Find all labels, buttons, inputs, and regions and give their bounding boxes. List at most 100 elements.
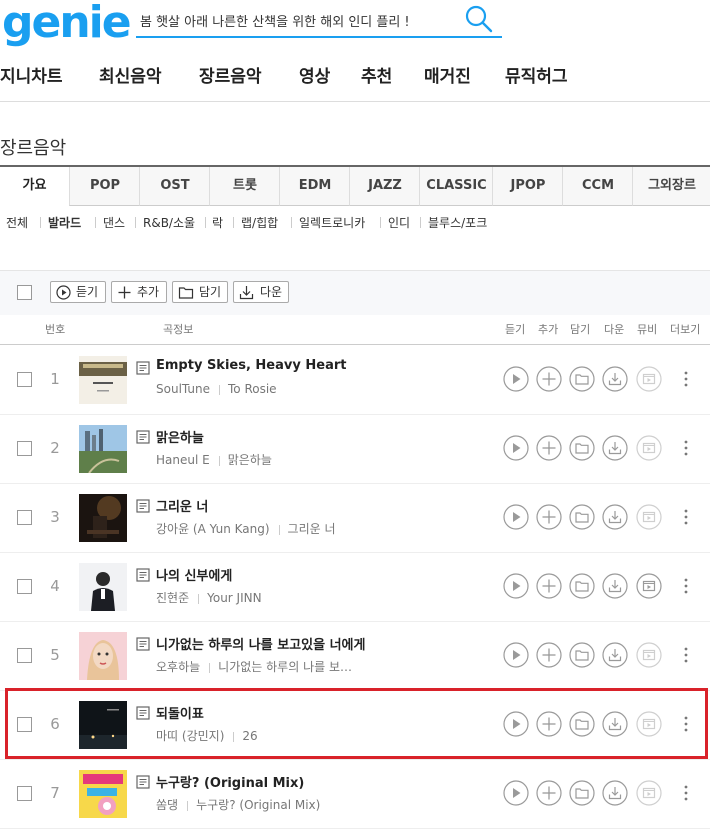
nav-video[interactable]: 영상 bbox=[299, 62, 330, 87]
artist-name[interactable]: 진현준 bbox=[156, 591, 189, 605]
nav-magazine[interactable]: 매거진 bbox=[424, 62, 471, 87]
subgenre-blues-folk[interactable]: 블루스/포크 bbox=[428, 214, 487, 231]
song-title[interactable]: 니가없는 하루의 나를 보고있을 너에게 bbox=[156, 634, 365, 653]
download-icon[interactable] bbox=[602, 366, 628, 392]
nav-recommend[interactable]: 추천 bbox=[361, 62, 392, 87]
more-options-icon[interactable] bbox=[684, 576, 688, 596]
music-video-icon[interactable] bbox=[636, 780, 662, 806]
subgenre-rnb[interactable]: R&B/소울 bbox=[143, 214, 195, 231]
album-name[interactable]: 맑은하늘 bbox=[228, 453, 272, 467]
add-icon[interactable] bbox=[536, 504, 562, 530]
add-icon[interactable] bbox=[536, 366, 562, 392]
song-title[interactable]: 그리운 너 bbox=[156, 496, 208, 515]
tab-jazz[interactable]: JAZZ bbox=[349, 167, 420, 206]
tab-jpop[interactable]: JPOP bbox=[492, 167, 563, 206]
more-options-icon[interactable] bbox=[684, 438, 688, 458]
subgenre-ballad[interactable]: 발라드 bbox=[48, 214, 81, 231]
search-input[interactable] bbox=[138, 8, 460, 32]
add-selected-button[interactable]: 추가 bbox=[111, 281, 167, 303]
genie-logo[interactable]: genie bbox=[2, 0, 132, 48]
tab-trot[interactable]: 트롯 bbox=[209, 167, 280, 206]
tab-kpop[interactable]: 가요 bbox=[0, 167, 69, 206]
more-options-icon[interactable] bbox=[684, 507, 688, 527]
nav-music-hug[interactable]: 뮤직허그 bbox=[505, 62, 568, 87]
album-name[interactable]: 그리운 너 bbox=[288, 522, 336, 536]
song-checkbox[interactable] bbox=[17, 579, 32, 594]
lyrics-icon[interactable] bbox=[136, 499, 150, 513]
song-title[interactable]: 맑은하늘 bbox=[156, 427, 204, 446]
download-selected-button[interactable]: 다운 bbox=[233, 281, 289, 303]
album-name[interactable]: To Rosie bbox=[228, 382, 277, 396]
more-options-icon[interactable] bbox=[684, 783, 688, 803]
artist-name[interactable]: SoulTune bbox=[156, 382, 210, 396]
more-options-icon[interactable] bbox=[684, 645, 688, 665]
add-icon[interactable] bbox=[536, 642, 562, 668]
song-checkbox[interactable] bbox=[17, 648, 32, 663]
song-checkbox[interactable] bbox=[17, 510, 32, 525]
lyrics-icon[interactable] bbox=[136, 361, 150, 375]
artist-name[interactable]: 쏨댕 bbox=[156, 798, 178, 812]
song-title[interactable]: 누구랑? (Original Mix) bbox=[156, 772, 304, 791]
album-art[interactable] bbox=[79, 632, 127, 680]
select-all-checkbox[interactable] bbox=[17, 285, 32, 300]
folder-icon[interactable] bbox=[569, 780, 595, 806]
music-video-icon[interactable] bbox=[636, 366, 662, 392]
play-icon[interactable] bbox=[503, 366, 529, 392]
nav-latest-music[interactable]: 최신음악 bbox=[99, 62, 162, 87]
download-icon[interactable] bbox=[602, 435, 628, 461]
folder-icon[interactable] bbox=[569, 573, 595, 599]
folder-icon[interactable] bbox=[569, 642, 595, 668]
download-icon[interactable] bbox=[602, 780, 628, 806]
lyrics-icon[interactable] bbox=[136, 637, 150, 651]
folder-icon[interactable] bbox=[569, 504, 595, 530]
search-icon[interactable] bbox=[464, 4, 494, 34]
subgenre-rock[interactable]: 락 bbox=[212, 214, 223, 231]
download-icon[interactable] bbox=[602, 642, 628, 668]
artist-name[interactable]: 오후하늘 bbox=[156, 660, 200, 674]
tab-classic[interactable]: CLASSIC bbox=[419, 167, 493, 206]
song-checkbox[interactable] bbox=[17, 786, 32, 801]
lyrics-icon[interactable] bbox=[136, 568, 150, 582]
song-title[interactable]: 나의 신부에게 bbox=[156, 565, 232, 584]
music-video-icon[interactable] bbox=[636, 435, 662, 461]
play-icon[interactable] bbox=[503, 780, 529, 806]
subgenre-dance[interactable]: 댄스 bbox=[103, 214, 125, 231]
lyrics-icon[interactable] bbox=[136, 775, 150, 789]
add-icon[interactable] bbox=[536, 780, 562, 806]
folder-icon[interactable] bbox=[569, 435, 595, 461]
subgenre-all[interactable]: 전체 bbox=[6, 214, 28, 231]
album-art[interactable] bbox=[79, 563, 127, 611]
album-name[interactable]: 누구랑? (Original Mix) bbox=[196, 798, 320, 812]
folder-icon[interactable] bbox=[569, 366, 595, 392]
add-icon[interactable] bbox=[536, 573, 562, 599]
subgenre-hiphop[interactable]: 랩/힙합 bbox=[241, 214, 278, 231]
tab-pop[interactable]: POP bbox=[69, 167, 140, 206]
album-name[interactable]: 니가없는 하루의 나를 보… bbox=[218, 660, 352, 674]
song-title[interactable]: Empty Skies, Heavy Heart bbox=[156, 358, 346, 373]
song-checkbox[interactable] bbox=[17, 441, 32, 456]
tab-ccm[interactable]: CCM bbox=[562, 167, 633, 206]
artist-name[interactable]: 강아윤 (A Yun Kang) bbox=[156, 522, 270, 536]
tab-edm[interactable]: EDM bbox=[279, 167, 350, 206]
subgenre-indie[interactable]: 인디 bbox=[388, 214, 410, 231]
music-video-icon[interactable] bbox=[636, 573, 662, 599]
listen-selected-button[interactable]: 듣기 bbox=[50, 281, 106, 303]
more-options-icon[interactable] bbox=[684, 369, 688, 389]
tab-ost[interactable]: OST bbox=[139, 167, 210, 206]
play-icon[interactable] bbox=[503, 573, 529, 599]
subgenre-electronica[interactable]: 일렉트로니카 bbox=[299, 214, 365, 231]
album-art[interactable] bbox=[79, 356, 127, 404]
nav-genre-music[interactable]: 장르음악 bbox=[199, 62, 262, 87]
album-art[interactable] bbox=[79, 494, 127, 542]
add-icon[interactable] bbox=[536, 435, 562, 461]
play-icon[interactable] bbox=[503, 642, 529, 668]
album-art[interactable] bbox=[79, 770, 127, 818]
play-icon[interactable] bbox=[503, 504, 529, 530]
song-checkbox[interactable] bbox=[17, 372, 32, 387]
album-art[interactable] bbox=[79, 425, 127, 473]
artist-name[interactable]: Haneul E bbox=[156, 453, 210, 467]
nav-genie-chart[interactable]: 지니차트 bbox=[0, 62, 63, 87]
download-icon[interactable] bbox=[602, 504, 628, 530]
download-icon[interactable] bbox=[602, 573, 628, 599]
play-icon[interactable] bbox=[503, 435, 529, 461]
